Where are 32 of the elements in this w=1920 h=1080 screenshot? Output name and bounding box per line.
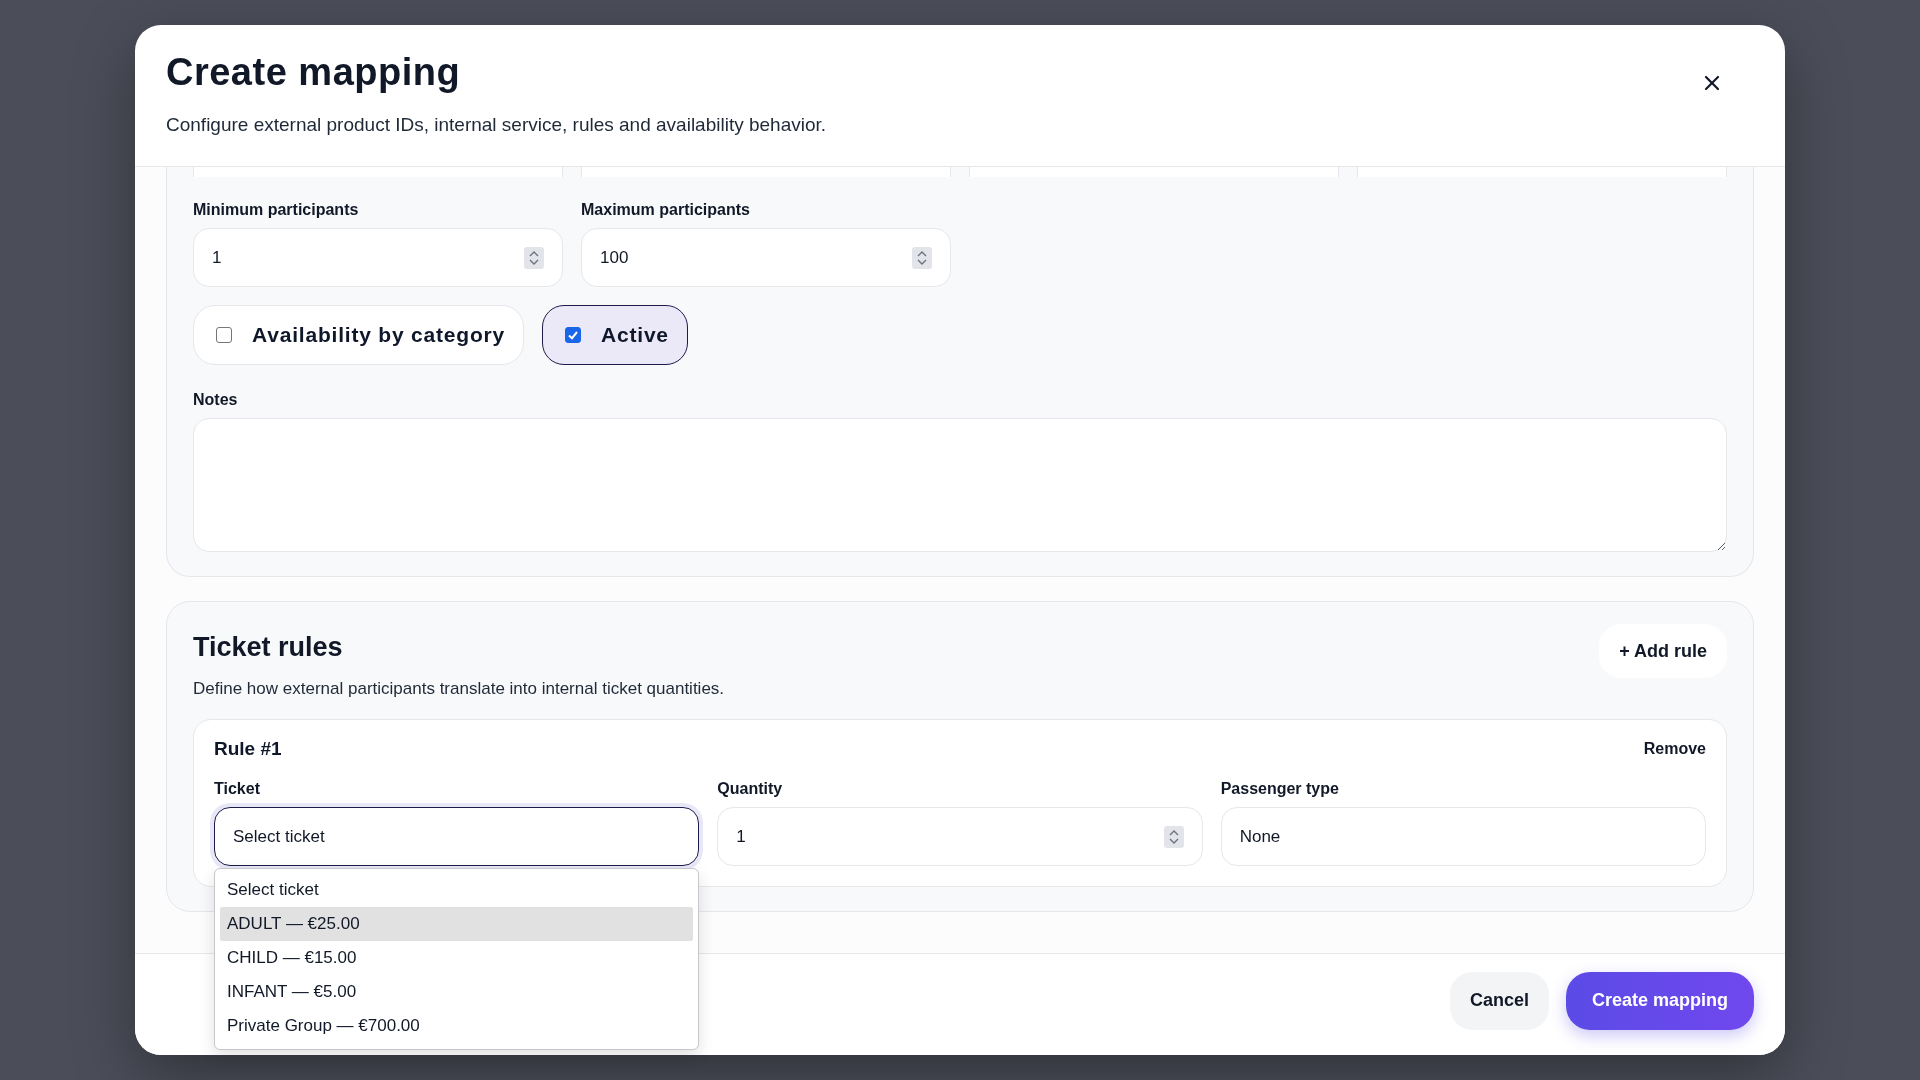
dropdown-option[interactable]: Select ticket bbox=[220, 873, 694, 907]
dropdown-option[interactable]: ADULT — €25.00 bbox=[220, 907, 694, 941]
add-rule-button[interactable]: + Add rule bbox=[1599, 624, 1727, 678]
create-mapping-button[interactable]: Create mapping bbox=[1565, 971, 1754, 1030]
spinner-icon[interactable] bbox=[1163, 825, 1184, 848]
checkmark-icon bbox=[567, 329, 579, 341]
spinner-icon[interactable] bbox=[524, 246, 544, 269]
dropdown-option[interactable]: INFANT — €5.00 bbox=[220, 975, 694, 1009]
checkbox-toggle[interactable]: Availability by category bbox=[193, 305, 524, 365]
number-input[interactable]: 1 bbox=[193, 228, 563, 287]
number-input[interactable]: 100 bbox=[581, 228, 951, 287]
dialog-title: Create mapping bbox=[166, 51, 462, 94]
field-label: Notes bbox=[193, 391, 239, 409]
dropdown-option[interactable]: Private Group — €700.00 bbox=[220, 1009, 694, 1043]
checkbox[interactable] bbox=[565, 327, 581, 343]
dropdown-option[interactable]: CHILD — €15.00 bbox=[220, 941, 694, 975]
section-description: Define how external participants translate into internal ticket quantities. bbox=[193, 679, 725, 699]
field-label: Minimum participants bbox=[193, 201, 360, 219]
quantity-input[interactable]: 1 bbox=[717, 807, 1203, 866]
field-label: Maximum participants bbox=[581, 201, 751, 219]
rule-title: Rule #1 bbox=[214, 738, 282, 760]
field-label: Quantity bbox=[717, 780, 784, 798]
remove-button[interactable]: Remove bbox=[1643, 740, 1706, 758]
spinner-icon[interactable] bbox=[912, 246, 932, 269]
field-label: Passenger type bbox=[1220, 780, 1340, 798]
cancel-button[interactable]: Cancel bbox=[1449, 971, 1549, 1030]
field-label: Ticket bbox=[214, 780, 261, 798]
checkbox[interactable] bbox=[216, 327, 232, 343]
text-input[interactable]: None bbox=[1220, 807, 1706, 866]
checkbox-toggle[interactable]: Active bbox=[542, 305, 688, 365]
dialog-subtitle: Configure external product IDs, internal service, rules and availability behavior. bbox=[166, 114, 827, 136]
section-title: Ticket rules bbox=[193, 632, 344, 663]
